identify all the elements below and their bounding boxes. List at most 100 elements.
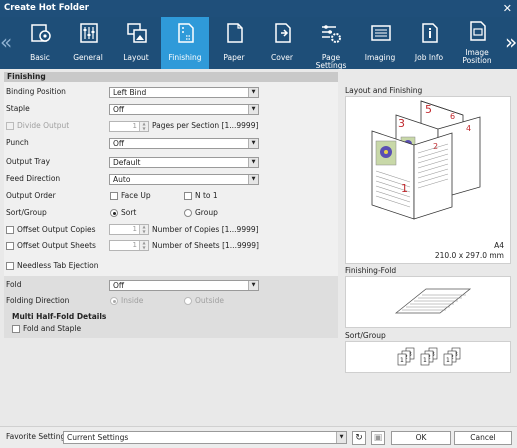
fold-label: Fold [6, 280, 22, 289]
tab-label: Image Position [462, 48, 492, 65]
ok-button[interactable]: OK [391, 431, 451, 445]
needless-tab-label: Needless Tab Ejection [17, 261, 99, 270]
select-value: Off [113, 139, 125, 148]
tab-imaging[interactable]: Imaging [356, 17, 404, 69]
binding-position-select[interactable]: Left Bind ▼ [109, 87, 259, 98]
page-number-4: 4 [466, 124, 471, 133]
staple-label: Staple [6, 104, 30, 113]
section-title: Finishing [4, 72, 338, 82]
refresh-icon[interactable]: ↻ [352, 431, 366, 445]
fold-preview [345, 276, 511, 328]
tab-job-info[interactable]: Job Info [405, 17, 453, 69]
favorite-setting-label: Favorite Setting [6, 432, 66, 441]
feed-direction-label: Feed Direction [6, 174, 61, 183]
scroll-left-icon[interactable]: « [0, 17, 12, 69]
sort-digit: 1 [446, 357, 450, 364]
dropdown-arrow-icon: ▼ [248, 158, 258, 167]
finishing-icon [178, 23, 194, 43]
output-tray-select[interactable]: Default ▼ [109, 157, 259, 168]
offset-copies-checkbox[interactable] [6, 226, 14, 234]
spin-value: 1 [132, 122, 137, 130]
tab-layout[interactable]: Layout [112, 17, 160, 69]
face-up-label: Face Up [121, 191, 151, 200]
tab-label: Page Settings [315, 53, 347, 70]
fold-and-staple-label: Fold and Staple [23, 324, 82, 333]
n-to-1-checkbox[interactable] [184, 192, 192, 200]
spin-arrows-icon[interactable]: ▲ ▼ [139, 240, 148, 250]
sort-label: Sort [121, 208, 137, 217]
multi-half-fold-title: Multi Half-Fold Details [12, 312, 107, 321]
select-value: Left Bind [113, 88, 147, 97]
tab-cover[interactable]: Cover [258, 17, 306, 69]
group-radio[interactable] [184, 209, 192, 217]
page-number-5: 5 [425, 103, 432, 116]
dropdown-arrow-icon: ▼ [336, 432, 346, 443]
tab-page-settings[interactable]: Page Settings [306, 17, 356, 70]
basic-icon [31, 24, 51, 42]
tab-finishing[interactable]: Finishing [161, 17, 209, 69]
offset-copies-unit: Number of Copies [1...9999] [152, 225, 259, 234]
spin-value: 1 [132, 225, 137, 233]
staple-select[interactable]: Off ▼ [109, 104, 259, 115]
tab-label: Basic [30, 53, 50, 62]
tab-strip: « Basic General Layout Finishing Paper C… [0, 17, 517, 70]
image-position-icon [470, 21, 486, 41]
offset-sheets-checkbox[interactable] [6, 242, 14, 250]
general-icon [80, 23, 98, 43]
outside-radio[interactable] [184, 297, 192, 305]
paper-dimensions: 210.0 x 297.0 mm [434, 251, 504, 260]
outside-label: Outside [195, 296, 224, 305]
sort-radio[interactable] [110, 209, 118, 217]
offset-sheets-label: Offset Output Sheets [17, 241, 96, 250]
sort-preview-title: Sort/Group [345, 331, 386, 340]
window-title: Create Hot Folder [4, 3, 89, 13]
spin-arrows-icon[interactable]: ▲ ▼ [139, 121, 148, 131]
tab-label: Job Info [414, 53, 444, 62]
tab-general[interactable]: General [64, 17, 112, 69]
cancel-button[interactable]: Cancel [454, 431, 512, 445]
paper-size: A4 [494, 241, 504, 250]
page-number-6: 6 [450, 112, 455, 121]
offset-copies-input[interactable]: 1 ▲ ▼ [109, 224, 149, 235]
inside-radio[interactable] [110, 297, 118, 305]
tab-label: Cover [271, 53, 293, 62]
sort-group-label: Sort/Group [6, 208, 47, 217]
spin-arrows-icon[interactable]: ▲ ▼ [139, 224, 148, 234]
save-icon[interactable]: ▣ [371, 431, 385, 445]
select-value: Default [113, 158, 141, 167]
tab-basic[interactable]: Basic [16, 17, 64, 69]
tab-image-position[interactable]: Image Position [453, 17, 501, 69]
output-order-label: Output Order [6, 191, 56, 200]
punch-label: Punch [6, 138, 29, 147]
offset-sheets-input[interactable]: 1 ▲ ▼ [109, 240, 149, 251]
page-settings-icon [322, 25, 341, 43]
sort-illustration: 3 2 1 3 2 1 3 2 1 [397, 347, 461, 366]
bottom-bar: Favorite Setting Current Settings ▼ ↻ ▣ … [0, 426, 517, 448]
pages-per-section-input[interactable]: 1 ▲ ▼ [109, 121, 149, 132]
divide-output-checkbox[interactable] [6, 122, 14, 130]
feed-direction-select[interactable]: Auto ▼ [109, 174, 259, 185]
page-number-3: 3 [398, 117, 405, 130]
close-icon[interactable]: ✕ [503, 0, 512, 17]
sort-preview: 3 2 1 3 2 1 3 2 1 [345, 341, 511, 373]
needless-tab-checkbox[interactable] [6, 262, 14, 270]
punch-select[interactable]: Off ▼ [109, 138, 259, 149]
fold-select[interactable]: Off ▼ [109, 280, 259, 291]
dropdown-arrow-icon: ▼ [248, 88, 258, 97]
select-value: Current Settings [67, 433, 129, 442]
tab-label: Paper [223, 53, 245, 62]
face-up-checkbox[interactable] [110, 192, 118, 200]
tab-label: Layout [123, 53, 149, 62]
job-info-icon [422, 23, 438, 43]
binding-position-label: Binding Position [6, 87, 66, 96]
fold-and-staple-checkbox[interactable] [12, 325, 20, 333]
sort-digit: 1 [423, 357, 427, 364]
favorite-setting-select[interactable]: Current Settings ▼ [63, 431, 347, 444]
scroll-right-icon[interactable]: » [505, 17, 517, 69]
select-value: Auto [113, 175, 131, 184]
pages-per-section-unit: Pages per Section [1...9999] [152, 121, 259, 130]
tab-paper[interactable]: Paper [210, 17, 258, 69]
divide-output-label: Divide Output [17, 121, 70, 130]
spin-value: 1 [132, 241, 137, 249]
tab-label: General [73, 53, 103, 62]
